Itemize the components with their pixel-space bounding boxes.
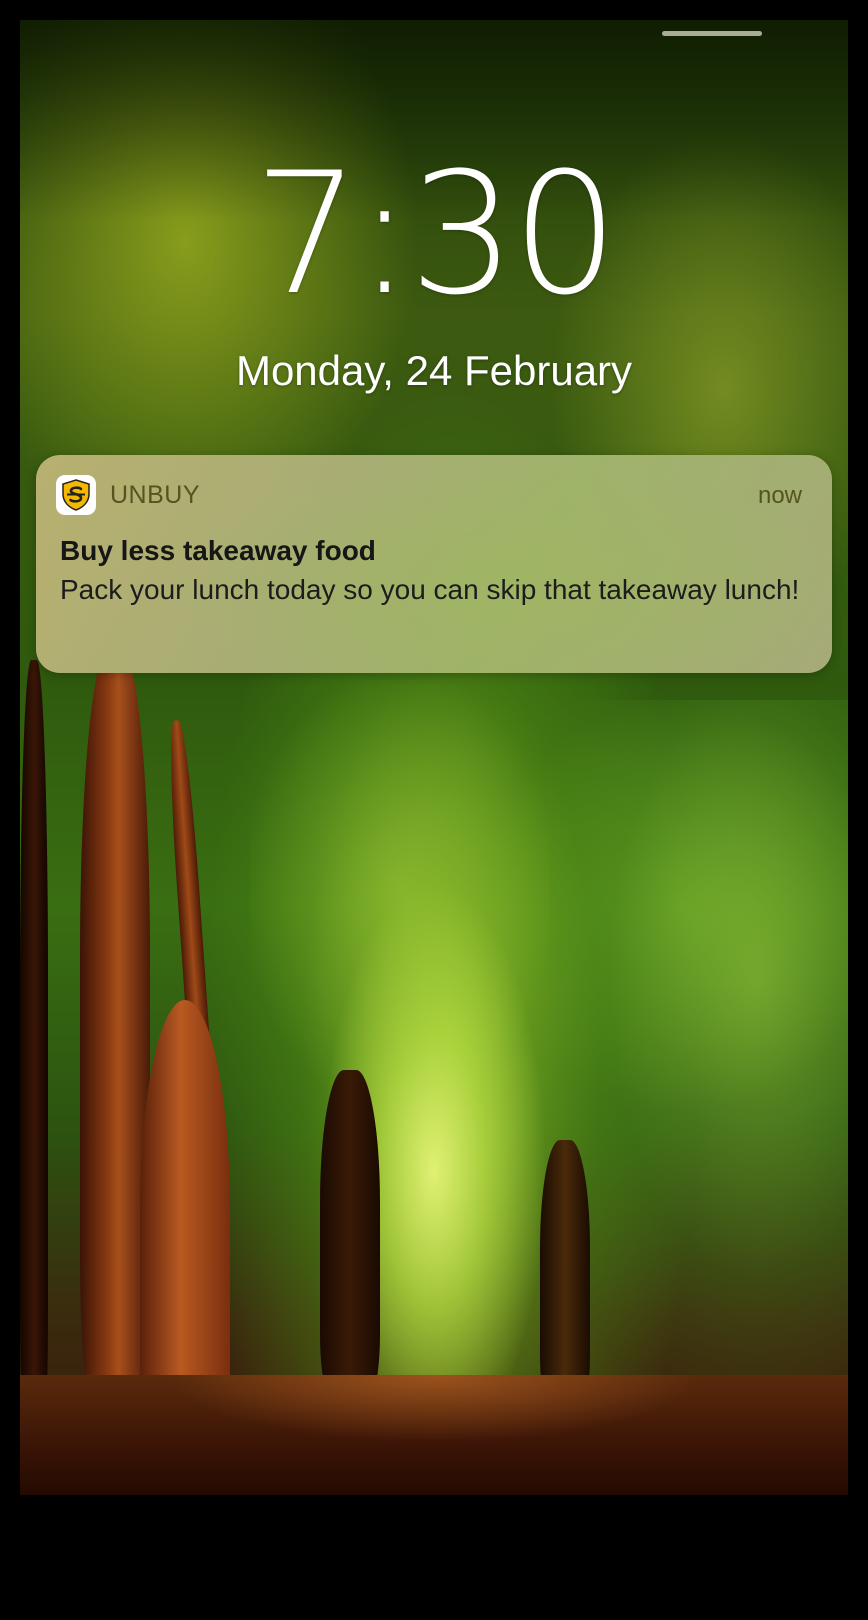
lock-screen-clock: 7:30 [253,136,618,332]
notification-header: UNBUY now [56,475,802,515]
wallpaper-tree-trunk [540,1140,590,1410]
notification-timestamp: now [757,482,802,509]
lock-screen-date: Monday, 24 February [235,347,633,394]
wallpaper-tree-trunk [140,1000,230,1420]
wallpaper-forest-path [20,1375,848,1495]
wallpaper-foliage [250,680,550,1100]
wallpaper-foliage [548,700,848,1400]
notification-title: Buy less takeaway food [60,535,376,566]
notification-card[interactable]: UNBUY now Buy less takeaway food Pack yo… [36,455,832,673]
wallpaper-tree-trunk [320,1070,380,1400]
wallpaper-tree-trunk [20,660,48,1460]
unbuy-shield-icon [56,475,96,515]
status-indicator-bar [662,31,762,36]
notification-body: Pack your lunch today so you can skip th… [60,574,800,605]
notification-app-name: UNBUY [110,481,201,509]
